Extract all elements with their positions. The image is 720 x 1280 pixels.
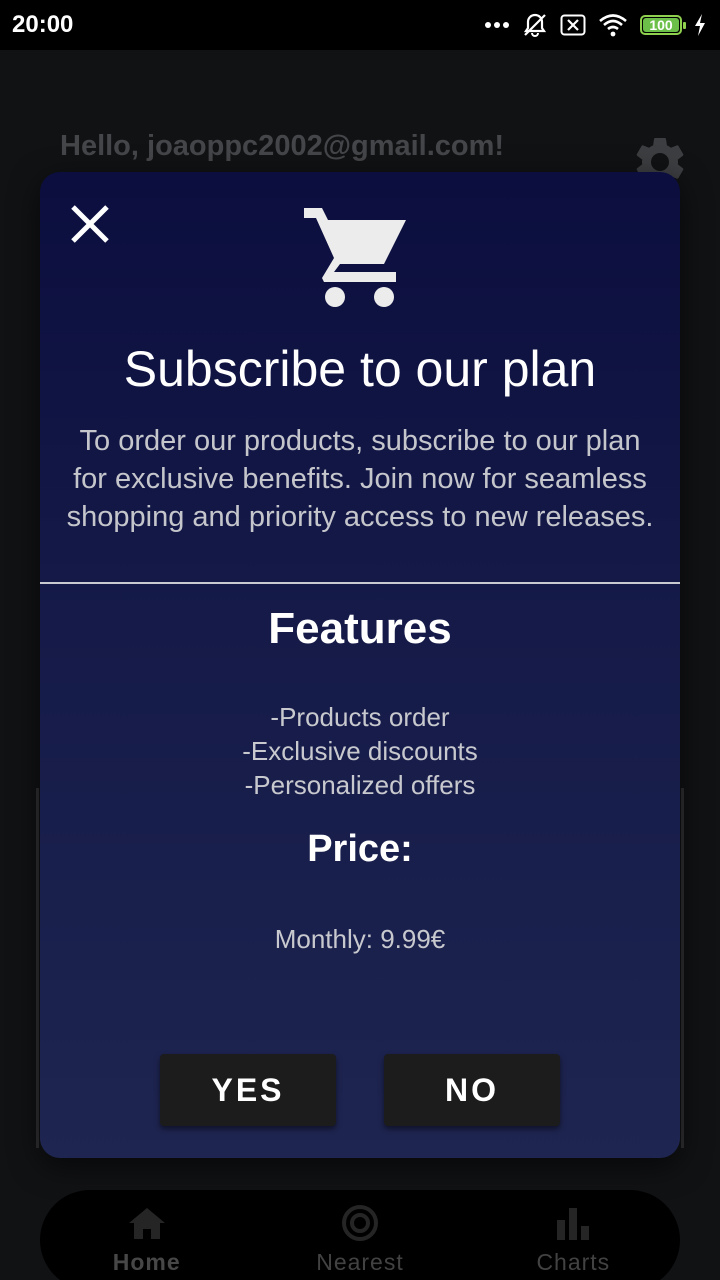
- close-icon: [71, 205, 109, 243]
- feature-item: -Products order: [270, 702, 450, 732]
- subscribe-modal: Subscribe to our plan To order our produ…: [40, 172, 680, 1158]
- sim-blocked-icon: [560, 14, 586, 36]
- more-dots-icon: [484, 21, 510, 29]
- feature-item: -Personalized offers: [244, 770, 476, 800]
- modal-title: Subscribe to our plan: [123, 341, 597, 397]
- feature-item: -Exclusive discounts: [242, 736, 478, 766]
- shopping-cart-icon: [300, 202, 410, 312]
- status-bar: 20:00 100: [0, 0, 720, 50]
- status-time: 20:00: [12, 11, 74, 38]
- charging-bolt-icon: [694, 14, 706, 36]
- features-heading: Features: [268, 604, 452, 653]
- no-button[interactable]: NO: [384, 1054, 560, 1126]
- close-button[interactable]: [68, 202, 112, 246]
- status-icons: 100: [484, 12, 706, 38]
- divider: [40, 582, 680, 584]
- battery-level: 100: [649, 17, 673, 33]
- wifi-icon: [598, 13, 628, 37]
- modal-description: To order our products, subscribe to our …: [66, 425, 654, 533]
- price-value: Monthly: 9.99€: [274, 924, 446, 954]
- yes-button[interactable]: YES: [160, 1054, 336, 1126]
- muted-bell-icon: [522, 12, 548, 38]
- features-list: -Products order -Exclusive discounts -Pe…: [40, 700, 680, 802]
- battery-indicator: 100: [640, 15, 686, 35]
- price-heading: Price:: [307, 828, 413, 870]
